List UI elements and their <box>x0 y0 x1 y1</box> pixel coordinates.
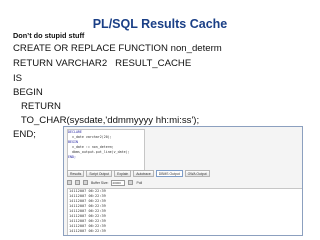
code-line: RETURN VARCHAR2 RESULT_CACHE <box>13 58 192 69</box>
tab-dbms-output[interactable]: DBMS Output <box>155 170 183 177</box>
tab-owa-output[interactable]: OWA Output <box>184 170 210 177</box>
results-tabs: Results Script Output Explain Autotrace … <box>67 170 301 177</box>
output-row: 14112007 06:22:39 <box>69 229 106 233</box>
enable-output-button[interactable] <box>67 180 72 185</box>
tab-script-output[interactable]: Script Output <box>86 170 113 177</box>
tab-explain[interactable]: Explain <box>114 170 132 177</box>
code-line: CREATE OR REPLACE FUNCTION non_determ <box>13 43 222 54</box>
slide-subtitle: Don’t do stupid stuff <box>13 31 85 40</box>
poll-slider-handle[interactable] <box>128 180 134 185</box>
buffer-size-label: Buffer Size: <box>91 180 109 185</box>
code-line: IS <box>13 73 23 84</box>
code-line: RETURN <box>13 101 61 112</box>
code-line: TO_CHAR(sysdate,'ddmmyyyy hh:mi:ss'); <box>13 115 200 126</box>
sql-developer-screenshot: DECLARE v_date varchar2(20); BEGIN v_dat… <box>63 126 303 236</box>
sql-editor[interactable]: DECLARE v_date varchar2(20); BEGIN v_dat… <box>67 129 145 171</box>
tab-results[interactable]: Results <box>67 170 85 177</box>
slide: PL/SQL Results Cache Don’t do stupid stu… <box>0 0 320 240</box>
code-line: BEGIN <box>13 87 43 98</box>
code-line: END; <box>13 129 36 140</box>
output-pane[interactable]: 14112007 06:22:39 14112007 06:22:39 1411… <box>67 188 302 235</box>
tab-autotrace[interactable]: Autotrace <box>133 170 154 177</box>
slide-title: PL/SQL Results Cache <box>92 17 228 31</box>
save-output-button[interactable] <box>83 180 88 185</box>
buffer-size-input[interactable]: 20000 <box>111 179 126 186</box>
poll-label: Poll <box>136 180 143 185</box>
editor-line: END; <box>68 155 76 159</box>
clear-output-button[interactable] <box>75 180 80 185</box>
dbms-output-options: Buffer Size: 20000 Poll <box>67 179 301 186</box>
